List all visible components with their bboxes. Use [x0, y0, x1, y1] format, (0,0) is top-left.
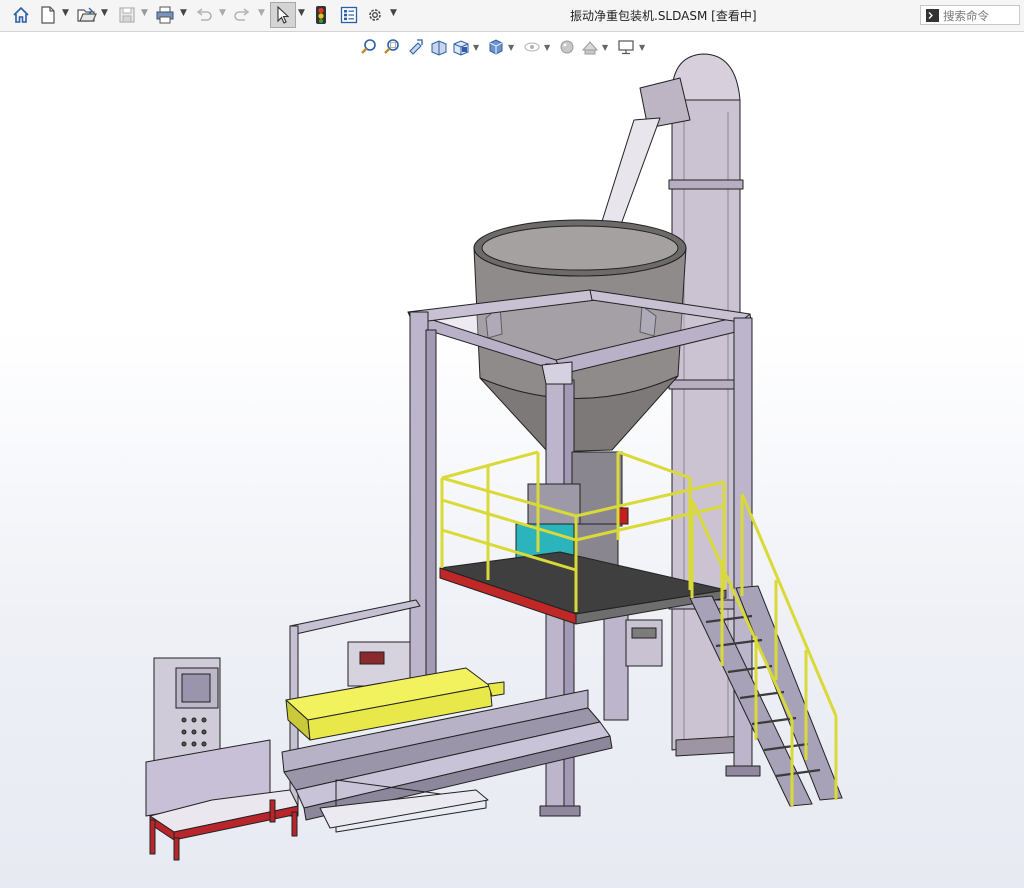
electrical-cabinet[interactable] — [153, 657, 221, 763]
document-title: 振动净重包装机.SLDASM [查看中] — [570, 9, 757, 23]
options-button[interactable] — [364, 4, 386, 26]
print-button[interactable] — [154, 4, 176, 26]
file-properties-button[interactable] — [338, 4, 360, 26]
print-dropdown-caret[interactable]: ▼ — [180, 8, 187, 18]
search-input[interactable] — [943, 8, 1017, 23]
open-button[interactable] — [76, 4, 98, 26]
search-box[interactable] — [920, 5, 1020, 25]
home-button[interactable] — [10, 4, 32, 26]
save-button[interactable] — [116, 4, 138, 26]
open-folder-icon — [77, 7, 97, 22]
redo-dropdown-caret[interactable]: ▼ — [258, 8, 265, 18]
home-icon — [13, 6, 29, 23]
rebuild-button[interactable] — [312, 4, 330, 26]
cursor-arrow-icon — [277, 6, 290, 24]
select-button[interactable] — [270, 2, 296, 28]
redo-icon — [234, 8, 250, 21]
workbench[interactable] — [145, 739, 299, 861]
packaging-machine-assembly[interactable] — [0, 32, 1024, 888]
options-dropdown-caret[interactable]: ▼ — [390, 8, 397, 18]
redo-button[interactable] — [232, 4, 252, 26]
traffic-light-icon — [316, 6, 326, 24]
select-dropdown-caret[interactable]: ▼ — [298, 8, 305, 18]
open-dropdown-caret[interactable]: ▼ — [101, 8, 108, 18]
gear-icon — [369, 9, 381, 21]
new-document-icon — [41, 6, 55, 24]
undo-icon — [196, 8, 212, 21]
new-document-button[interactable] — [38, 4, 58, 26]
new-dropdown-caret[interactable]: ▼ — [62, 8, 69, 18]
undo-button[interactable] — [194, 4, 214, 26]
save-icon — [119, 7, 135, 23]
undo-dropdown-caret[interactable]: ▼ — [219, 8, 226, 18]
graphics-viewport[interactable]: ▼ ▼ ▼ ▼ ▼ — [0, 32, 1024, 888]
properties-icon — [340, 6, 358, 24]
command-prompt-icon — [926, 9, 939, 22]
print-icon — [156, 6, 174, 24]
save-dropdown-caret[interactable]: ▼ — [141, 8, 148, 18]
command-bar: ▼ ▼ ▼ ▼ ▼ ▼ ▼ ▼ 振动净重包装机.SLDASM [查看中] 搜索命… — [0, 0, 1024, 32]
